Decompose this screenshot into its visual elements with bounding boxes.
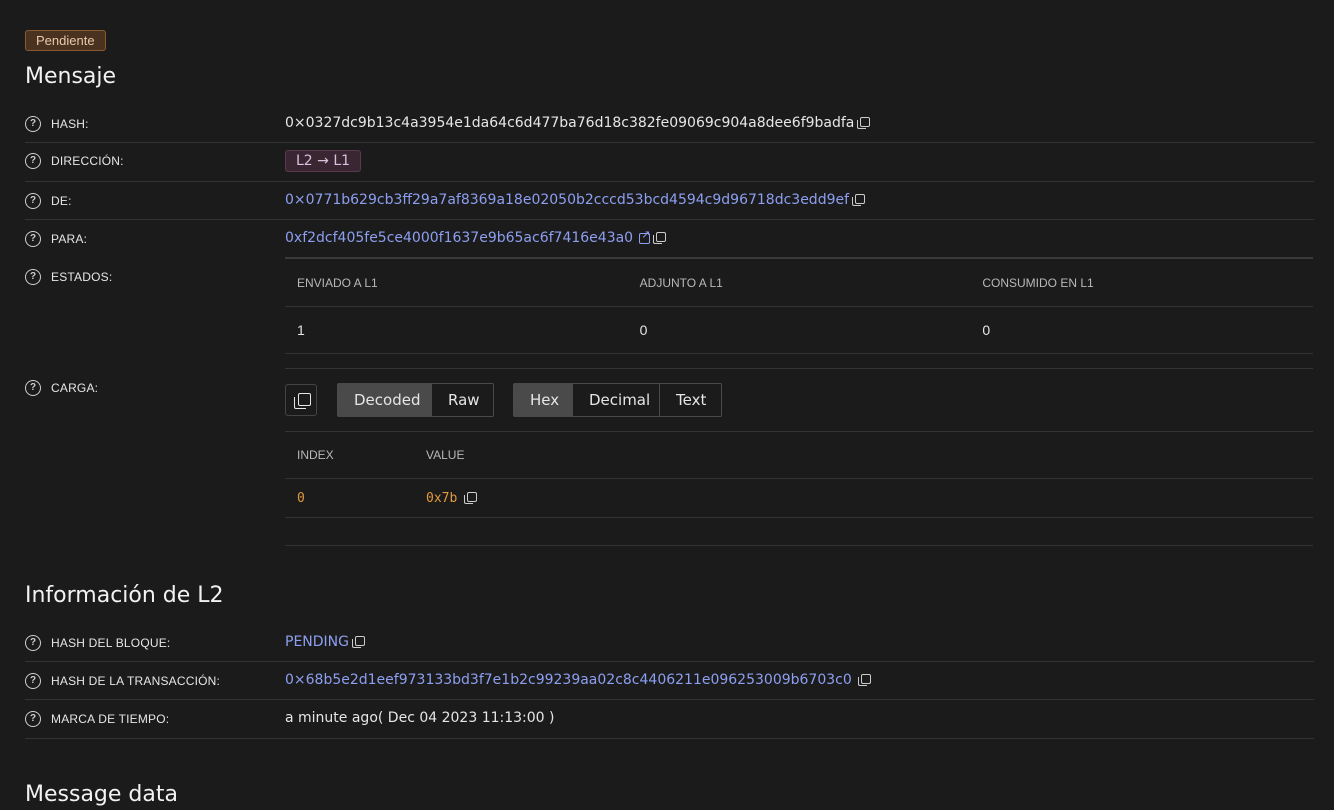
divider [285, 545, 1313, 546]
payload-header-value: VALUE [426, 448, 465, 462]
help-icon[interactable]: ? [25, 380, 41, 396]
direction-pill: L2 → L1 [285, 150, 362, 172]
payload-index-cell: 0 [297, 490, 305, 506]
hash-row: ? HASH: 0×0327dc9b13c4a3954e1da64c6d477b… [25, 110, 1314, 143]
table-row: 0 0x7b [285, 479, 1313, 518]
block-hash-row: ? HASH DEL BLOQUE: PENDING [25, 628, 1314, 662]
tx-hash-row: ? HASH DE LA TRANSACCIÓN: 0×68b5e2d1eef9… [25, 662, 1314, 700]
states-header-sent: ENVIADO A L1 [297, 275, 378, 290]
from-label-group: ? DE: [25, 193, 72, 209]
message-section-title: Mensaje [25, 64, 117, 89]
to-label-group: ? PARA: [25, 231, 87, 247]
hash-label: HASH: [51, 117, 89, 131]
help-icon[interactable]: ? [25, 116, 41, 132]
external-link-icon[interactable] [639, 228, 650, 244]
encoding-toggle: Hex Decimal Text [513, 383, 722, 417]
hex-button[interactable]: Hex [514, 384, 573, 416]
timestamp-relative: a minute ago [285, 710, 378, 726]
payload-value-group: 0x7b [414, 490, 478, 506]
block-hash-label: HASH DEL BLOQUE: [51, 636, 171, 650]
states-table: ENVIADO A L1 ADJUNTO A L1 CONSUMIDO EN L… [285, 257, 1313, 354]
payload-label-group: ? CARGA: [25, 380, 98, 396]
copy-icon[interactable] [352, 636, 365, 648]
states-value-attached: 0 [639, 322, 648, 338]
copy-icon[interactable] [653, 232, 667, 244]
timestamp-value-group: a minute ago ( Dec 04 2023 11:13:00 ) [285, 710, 554, 726]
timestamp-label: MARCA DE TIEMPO: [51, 712, 170, 726]
block-hash-value-group: PENDING [285, 634, 365, 650]
payload-label: CARGA: [51, 381, 99, 395]
direction-label-group: ? DIRECCIÓN: [25, 153, 124, 169]
copy-icon[interactable] [857, 674, 871, 686]
to-value-group: 0xf2dcf405fe5ce4000f1637e9b65ac6f7416e43… [285, 228, 667, 246]
raw-button[interactable]: Raw [432, 384, 493, 416]
help-icon[interactable]: ? [25, 269, 41, 285]
help-icon[interactable]: ? [25, 193, 41, 209]
decoded-button[interactable]: Decoded [338, 384, 432, 416]
copy-icon[interactable] [464, 492, 478, 504]
direction-row: ? DIRECCIÓN: L2 → L1 [25, 143, 1314, 182]
hash-value: 0×0327dc9b13c4a3954e1da64c6d477ba76d18c3… [285, 115, 855, 131]
help-icon[interactable]: ? [25, 153, 41, 169]
timestamp-label-group: ? MARCA DE TIEMPO: [25, 711, 169, 727]
states-label-group: ? ESTADOS: [25, 269, 112, 285]
timestamp-row: ? MARCA DE TIEMPO: a minute ago ( Dec 04… [25, 700, 1314, 739]
format-toggle: Decoded Raw [337, 383, 494, 417]
message-data-section-title: Message data [25, 782, 178, 807]
status-badge: Pendiente [25, 30, 106, 51]
payload-value-cell: 0x7b [426, 490, 458, 506]
divider [285, 368, 1313, 369]
states-header-attached: ADJUNTO A L1 [639, 275, 723, 290]
states-value-row: 1 0 0 [285, 307, 1313, 354]
states-value-consumed: 0 [982, 322, 991, 338]
tx-hash-label-group: ? HASH DE LA TRANSACCIÓN: [25, 673, 220, 689]
states-header-row: ENVIADO A L1 ADJUNTO A L1 CONSUMIDO EN L… [285, 259, 1313, 307]
copy-icon[interactable] [852, 194, 866, 206]
direction-label: DIRECCIÓN: [51, 154, 124, 168]
hash-label-group: ? HASH: [25, 116, 89, 132]
hash-value-group: 0×0327dc9b13c4a3954e1da64c6d477ba76d18c3… [285, 115, 871, 131]
copy-icon [294, 393, 311, 409]
timestamp-absolute: ( Dec 04 2023 11:13:00 ) [377, 710, 555, 726]
payload-header-row: INDEX VALUE [285, 432, 1313, 479]
copy-icon[interactable] [857, 117, 871, 129]
block-hash-link[interactable]: PENDING [285, 634, 349, 650]
from-row: ? DE: 0×0771b629cb3ff29a7af8369a18e02050… [25, 182, 1314, 220]
l2-section-title: Información de L2 [25, 583, 224, 608]
block-hash-label-group: ? HASH DEL BLOQUE: [25, 635, 170, 651]
payload-table: INDEX VALUE 0 0x7b [285, 431, 1313, 518]
tx-hash-link[interactable]: 0×68b5e2d1eef973133bd3f7e1b2c99239aa02c8… [285, 672, 852, 688]
to-address-link[interactable]: 0xf2dcf405fe5ce4000f1637e9b65ac6f7416e43… [285, 230, 633, 246]
help-icon[interactable]: ? [25, 711, 41, 727]
text-button[interactable]: Text [660, 384, 721, 416]
to-label: PARA: [51, 232, 88, 246]
payload-header-index: INDEX [297, 448, 334, 462]
from-address-link[interactable]: 0×0771b629cb3ff29a7af8369a18e02050b2cccd… [285, 192, 849, 208]
copy-payload-button[interactable] [285, 384, 317, 416]
decimal-button[interactable]: Decimal [573, 384, 660, 416]
states-label: ESTADOS: [51, 270, 113, 284]
to-row: ? PARA: 0xf2dcf405fe5ce4000f1637e9b65ac6… [25, 220, 1314, 257]
tx-hash-value-group: 0×68b5e2d1eef973133bd3f7e1b2c99239aa02c8… [285, 672, 871, 688]
help-icon[interactable]: ? [25, 635, 41, 651]
from-value-group: 0×0771b629cb3ff29a7af8369a18e02050b2cccd… [285, 192, 866, 208]
help-icon[interactable]: ? [25, 673, 41, 689]
tx-hash-label: HASH DE LA TRANSACCIÓN: [51, 674, 221, 688]
states-header-consumed: CONSUMIDO EN L1 [982, 275, 1094, 290]
direction-value-group: L2 → L1 [285, 150, 362, 172]
help-icon[interactable]: ? [25, 231, 41, 247]
from-label: DE: [51, 194, 72, 208]
states-value-sent: 1 [297, 322, 305, 338]
